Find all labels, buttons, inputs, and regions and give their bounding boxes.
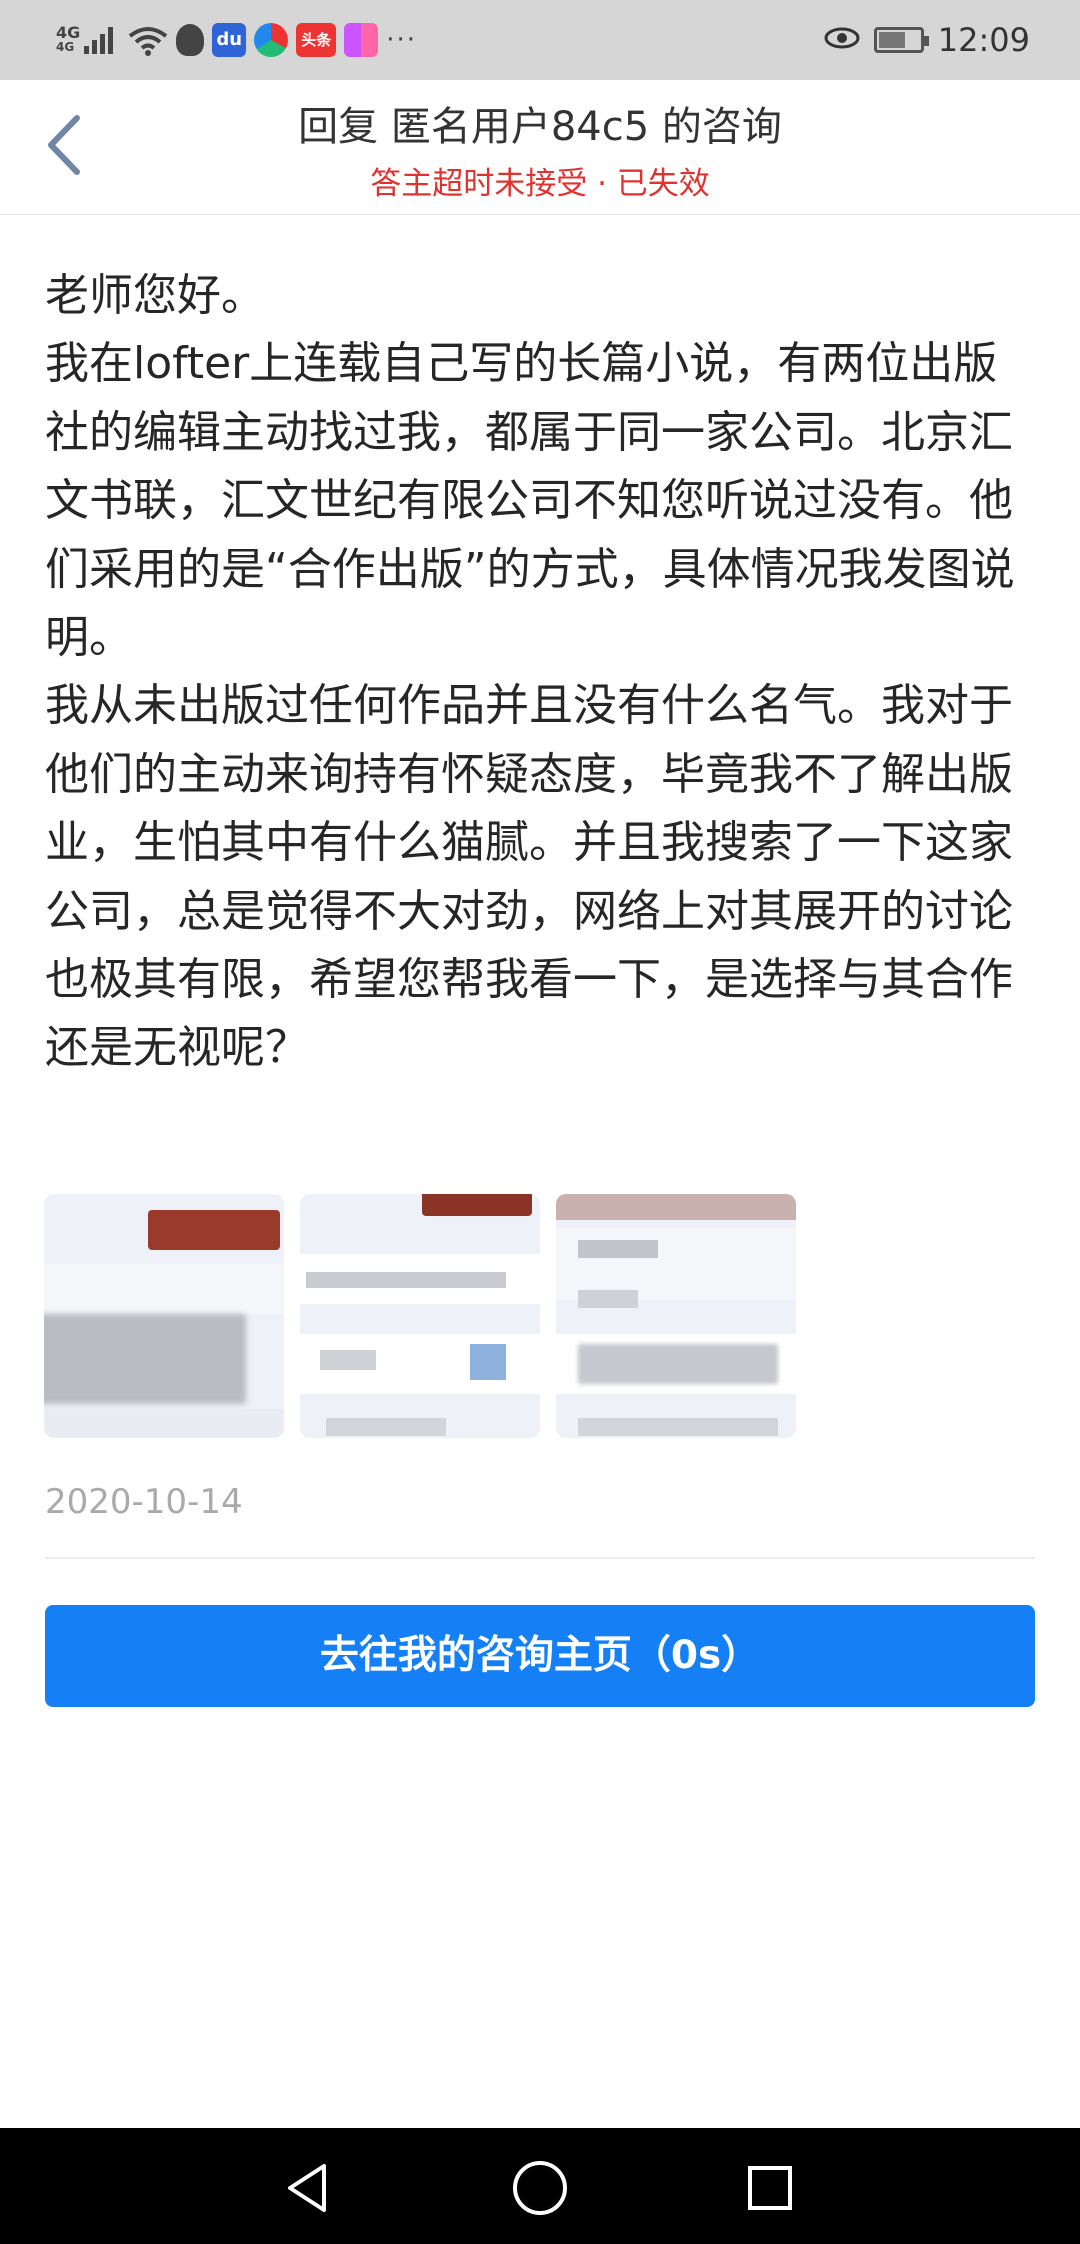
- eye-comfort-icon: [824, 23, 860, 58]
- circle-home-icon: [513, 2161, 567, 2215]
- page-title: 回复 匿名用户84c5 的咨询: [298, 104, 782, 150]
- attached-image-thumbnail[interactable]: [556, 1194, 796, 1438]
- nav-home-button[interactable]: [504, 2152, 576, 2224]
- attached-image-thumbnail[interactable]: [44, 1194, 284, 1438]
- circle-app-icon: [254, 23, 289, 57]
- toutiao-icon: 头条: [296, 23, 337, 57]
- consultation-status: 答主超时未接受 · 已失效: [370, 166, 710, 202]
- qq-icon: [176, 24, 205, 56]
- page-header: 回复 匿名用户84c5 的咨询 答主超时未接受 · 已失效: [0, 80, 1080, 215]
- nav-back-button[interactable]: [272, 2152, 344, 2224]
- attached-images: [44, 1194, 796, 1438]
- divider: [45, 1557, 1035, 1559]
- triangle-back-icon: [288, 2164, 326, 2212]
- consultation-paragraph: 老师您好。: [45, 270, 265, 321]
- status-time: 12:09: [937, 21, 1030, 59]
- go-to-consultation-home-button[interactable]: 去往我的咨询主页（0s）: [45, 1605, 1035, 1707]
- network-type: 4G: [56, 23, 81, 42]
- network-type-sub: 4G: [56, 40, 75, 54]
- consultation-paragraph: 我在lofter上连载自己写的长篇小说，有两位出版社的编辑主动找过我，都属于同一…: [45, 338, 1015, 664]
- baidu-icon: du: [212, 23, 247, 57]
- wifi-icon: [129, 27, 168, 56]
- video-app-icon: [344, 23, 379, 57]
- square-recents-icon: [748, 2166, 792, 2210]
- consultation-content: 老师您好。 我在lofter上连载自己写的长篇小说，有两位出版社的编辑主动找过我…: [45, 262, 1035, 1083]
- signal-icon: [84, 27, 114, 54]
- more-notifications-icon: ···: [386, 25, 418, 55]
- attached-image-thumbnail[interactable]: [300, 1194, 540, 1438]
- signal-indicator: 4G 4G: [56, 24, 120, 56]
- status-bar: 4G 4G du 头条 ··· 12:09: [0, 0, 1080, 80]
- system-navigation-bar: [0, 2128, 1080, 2244]
- consultation-date: 2020-10-14: [45, 1482, 243, 1522]
- battery-icon: [873, 27, 929, 53]
- consultation-paragraph: 我从未出版过任何作品并且没有什么名气。我对于他们的主动来询持有怀疑态度，毕竟我不…: [45, 680, 1013, 1074]
- nav-recents-button[interactable]: [734, 2152, 806, 2224]
